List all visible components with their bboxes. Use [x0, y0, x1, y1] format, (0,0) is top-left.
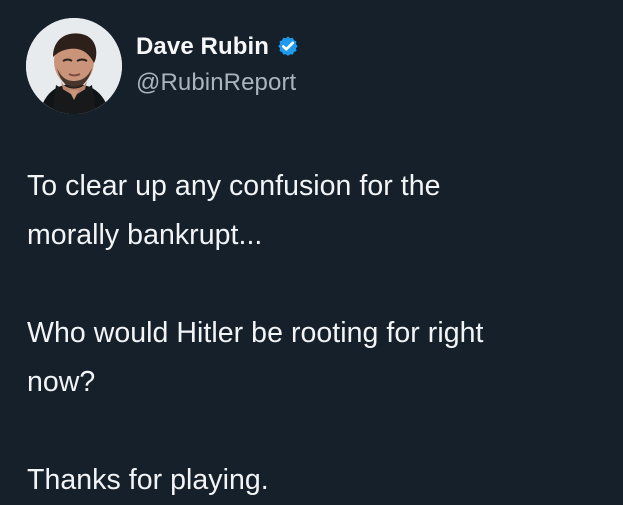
avatar[interactable]	[26, 18, 122, 114]
author-name-row: Dave Rubin	[136, 30, 300, 64]
author-display-name[interactable]: Dave Rubin	[136, 32, 269, 62]
tweet-text: To clear up any confusion for the morall…	[27, 162, 602, 505]
verified-badge-icon	[276, 35, 300, 59]
tweet-paragraph: Who would Hitler be rooting for right no…	[27, 317, 484, 398]
author-handle[interactable]: @RubinReport	[136, 68, 296, 98]
tweet-paragraph: To clear up any confusion for the morall…	[27, 170, 441, 251]
tweet-paragraph: Thanks for playing.	[27, 464, 269, 496]
tweet-card: Dave Rubin @RubinReport To clear up any …	[0, 0, 623, 503]
tweet-header: Dave Rubin @RubinReport	[24, 18, 584, 114]
cropped-top-region	[0, 0, 623, 6]
